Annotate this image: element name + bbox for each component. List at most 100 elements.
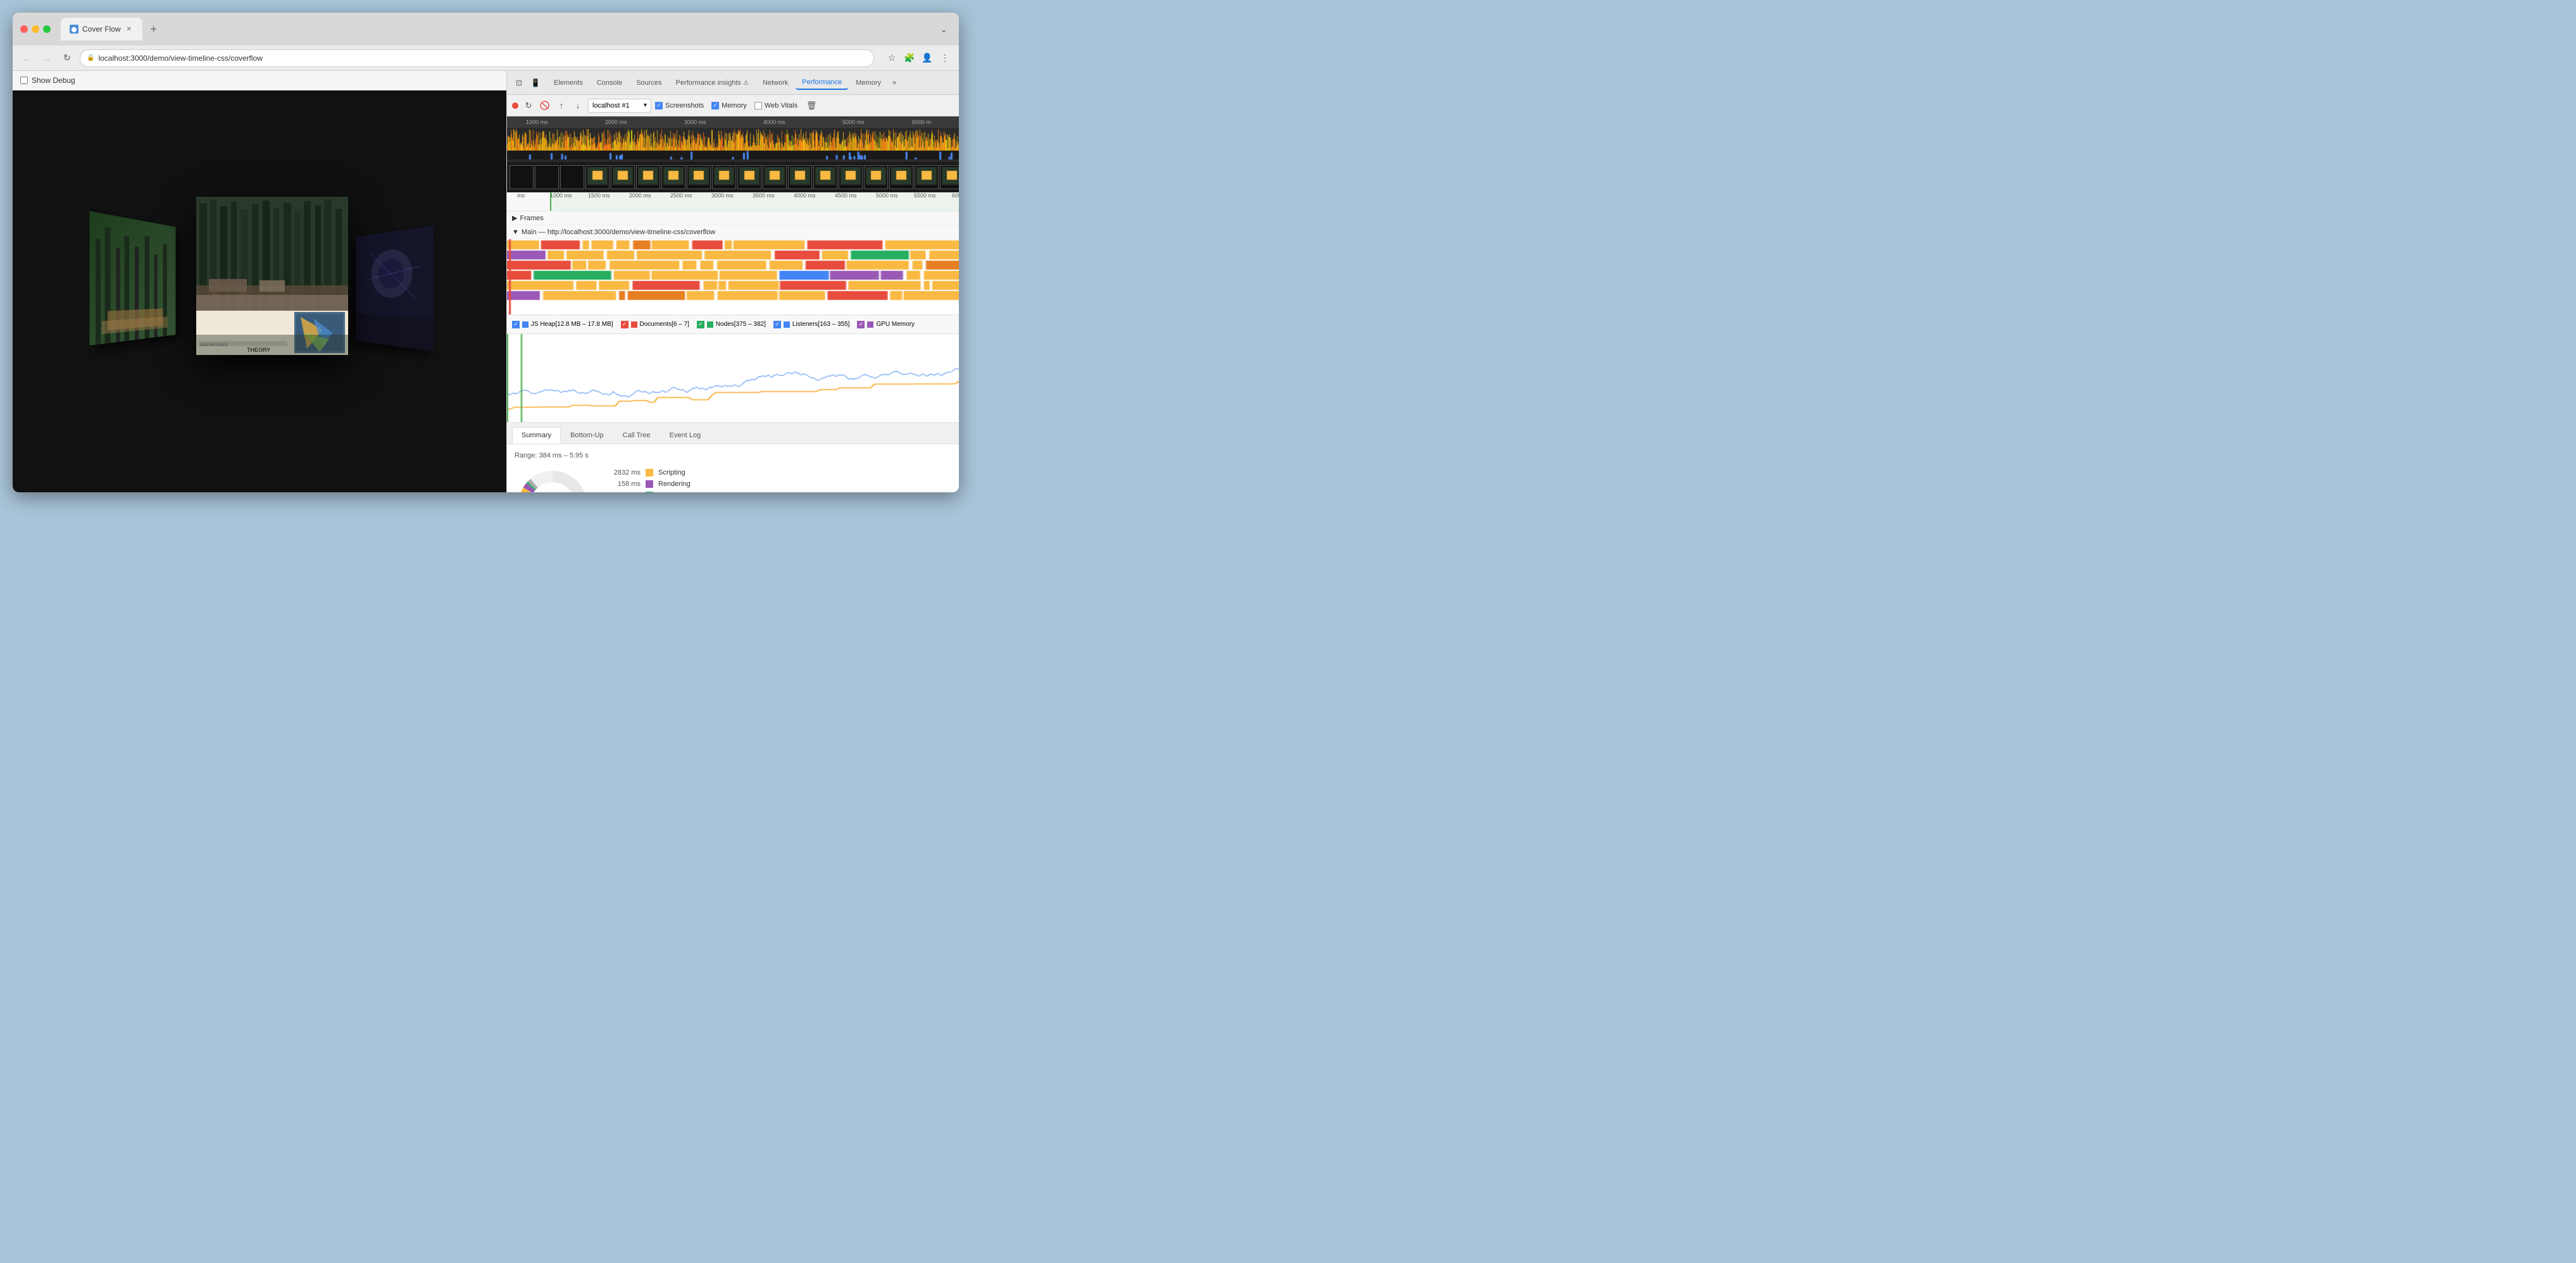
cover-flow-scene: DAB RECORDS THEORY [70,165,449,418]
cover-flow-stage: DAB RECORDS THEORY [13,90,506,492]
reload-button[interactable]: ↻ [59,51,75,66]
tick-4000ms: 4000 ms [763,119,785,125]
devtools-tabs: Elements Console Sources Performance ins… [545,76,959,90]
frames-section-header[interactable]: ▶ Frames [507,211,959,225]
tab-summary[interactable]: Summary [512,427,561,444]
main-arrow-icon: ▼ [512,228,519,236]
tab-network[interactable]: Network [756,77,794,89]
film-frame[interactable] [585,165,610,189]
memory-counters: ✓ JS Heap[12.8 MB – 17.8 MB] ✓ Documents… [507,315,959,334]
screenshots-label: Screenshots [665,102,704,109]
tab-event-log[interactable]: Event Log [660,427,711,444]
devtools-device-button[interactable]: 📱 [528,76,542,90]
minimize-button[interactable] [32,25,39,33]
extensions-button[interactable]: 🧩 [902,51,917,66]
memory-graph [507,334,959,423]
tab-more[interactable]: » [889,77,900,89]
memory-checkbox[interactable]: ✓ [711,102,719,109]
forward-button[interactable]: → [39,51,54,66]
nodes-checkbox[interactable]: ✓ [697,321,704,328]
upload-profile-button[interactable]: ↑ [555,99,568,112]
main-section-header[interactable]: ▼ Main — http://localhost:3000/demo/view… [507,225,959,239]
back-button[interactable]: ← [19,51,34,66]
close-button[interactable] [20,25,28,33]
film-frame[interactable] [661,165,685,189]
profile-button[interactable]: 👤 [920,51,935,66]
gpu-checkbox[interactable]: ✓ [857,321,865,328]
timeline-area: ms 1000 ms 1500 ms 2000 ms 2500 ms 3000 … [507,192,959,211]
menu-button[interactable]: ⋮ [937,51,953,66]
url-bar[interactable]: 🔒 localhost:3000/demo/view-timeline-css/… [80,49,874,67]
film-frame[interactable] [535,165,559,189]
page-toolbar: Show Debug [13,71,506,90]
documents-label: Documents[6 – 7] [640,321,689,328]
tab-console[interactable]: Console [591,77,628,89]
film-frame[interactable] [813,165,837,189]
tick-5000ms: 5000 ms [842,119,865,125]
tab-bottom-up[interactable]: Bottom-Up [561,427,613,444]
record-button[interactable] [512,103,518,109]
screenshots-checkbox[interactable]: ✓ [655,102,663,109]
tick-2000ms: 2000 ms [605,119,627,125]
tab-performance-insights[interactable]: Performance insights ⚠ [670,77,755,89]
bottom-tabs: Summary Bottom-Up Call Tree Event Log [507,423,959,444]
browser-tab[interactable]: ⬤ Cover Flow ✕ [61,18,142,40]
scripting-color [646,469,653,476]
film-frame[interactable] [763,165,787,189]
film-frame[interactable] [636,165,660,189]
timeline-ruler-overview: 1000 ms 2000 ms 3000 ms 4000 ms 5000 ms … [507,116,959,128]
tick-3000ms: 3000 ms [684,119,706,125]
js-heap-color [522,321,528,328]
tick-1000ms: 1000 ms [526,119,548,125]
web-vitals-checkbox[interactable] [754,102,762,109]
js-heap-checkbox[interactable]: ✓ [512,321,520,328]
window-options-button[interactable]: ⌄ [936,22,951,37]
film-frame[interactable] [788,165,812,189]
nodes-color [707,321,713,328]
documents-color [631,321,637,328]
tab-title: Cover Flow [82,25,121,34]
film-frame[interactable] [611,165,635,189]
film-frame[interactable] [864,165,888,189]
donut-svg [515,467,591,492]
new-tab-button[interactable]: + [145,20,163,38]
filmstrip [507,162,959,192]
devtools-inspect-button[interactable]: ⊡ [512,76,526,90]
gpu-label: GPU Memory [876,321,915,328]
film-frame[interactable] [940,165,959,189]
film-frame[interactable] [712,165,736,189]
film-frame[interactable] [915,165,939,189]
download-profile-button[interactable]: ↓ [572,99,584,112]
nodes-counter: ✓ Nodes[375 – 382] [697,321,766,328]
tab-call-tree[interactable]: Call Tree [613,427,660,444]
tab-memory[interactable]: Memory [849,77,887,89]
tab-performance[interactable]: Performance [796,76,848,90]
clear-profile-button[interactable]: 🚫 [539,99,551,112]
reload-profile-button[interactable]: ↻ [522,99,535,112]
frames-label: Frames [520,215,543,222]
tab-elements[interactable]: Elements [547,77,589,89]
film-frame[interactable] [737,165,761,189]
debug-checkbox-input[interactable] [20,77,28,84]
show-debug-label: Show Debug [32,76,75,85]
film-frame[interactable] [510,165,534,189]
flame-chart [507,239,959,315]
listeners-checkbox[interactable]: ✓ [773,321,781,328]
tab-close-button[interactable]: ✕ [125,25,134,34]
bottom-panel: Summary Bottom-Up Call Tree Event Log Ra… [507,423,959,492]
profile-selector[interactable]: localhost #1 ▾ [588,99,651,113]
film-frame[interactable] [687,165,711,189]
scripting-ms: 2832 ms [606,469,641,476]
devtools-panel: ⊡ 📱 Elements Console Sources Performance… [506,71,959,492]
bookmark-button[interactable]: ☆ [884,51,899,66]
detail-tick-start: ms [517,192,525,199]
devtools-toolbar: ⊡ 📱 Elements Console Sources Performance… [507,71,959,95]
maximize-button[interactable] [43,25,51,33]
documents-checkbox[interactable]: ✓ [621,321,628,328]
film-frame[interactable] [889,165,913,189]
film-frame[interactable] [560,165,584,189]
show-debug-checkbox[interactable]: Show Debug [20,76,75,85]
clear-recording-button[interactable]: 🗑 [805,99,818,112]
tab-sources[interactable]: Sources [630,77,668,89]
film-frame[interactable] [839,165,863,189]
